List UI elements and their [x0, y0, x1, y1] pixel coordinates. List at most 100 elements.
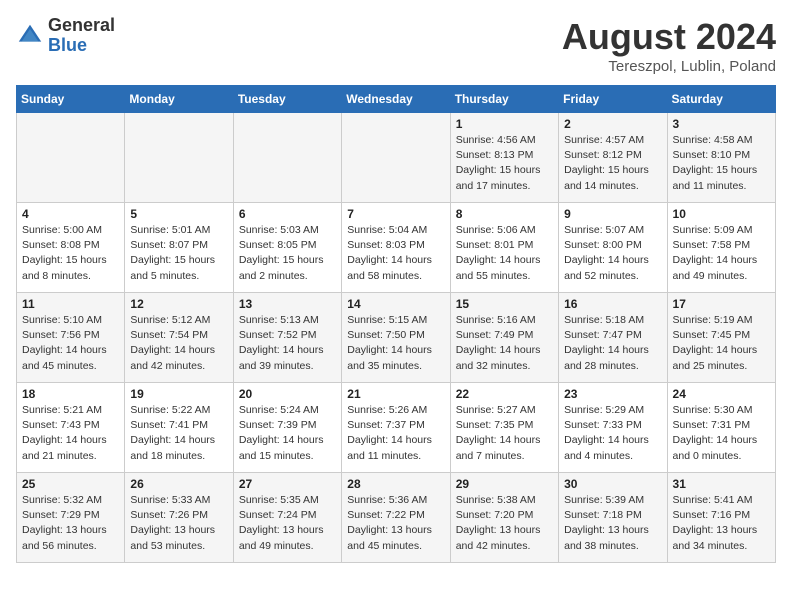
- calendar-body: 1 Sunrise: 4:56 AMSunset: 8:13 PMDaylight…: [17, 113, 776, 563]
- calendar-week-row: 11 Sunrise: 5:10 AMSunset: 7:56 PMDayligh…: [17, 293, 776, 383]
- day-info: Sunrise: 5:13 AMSunset: 7:52 PMDaylight:…: [239, 313, 336, 374]
- day-info: Sunrise: 5:35 AMSunset: 7:24 PMDaylight:…: [239, 493, 336, 554]
- day-info: Sunrise: 4:58 AMSunset: 8:10 PMDaylight:…: [673, 133, 770, 194]
- day-info: Sunrise: 5:22 AMSunset: 7:41 PMDaylight:…: [130, 403, 227, 464]
- day-info: Sunrise: 5:36 AMSunset: 7:22 PMDaylight:…: [347, 493, 444, 554]
- table-row: 5Sunrise: 5:01 AMSunset: 8:07 PMDaylight…: [125, 203, 233, 293]
- calendar-title: August 2024: [562, 16, 776, 58]
- table-row: 4 Sunrise: 5:00 AMSunset: 8:08 PMDaylight…: [17, 203, 125, 293]
- table-row: 24 Sunrise: 5:30 AMSunset: 7:31 PMDayligh…: [667, 383, 775, 473]
- calendar-table: Sunday Monday Tuesday Wednesday Thursday…: [16, 85, 776, 563]
- day-info: Sunrise: 5:26 AMSunset: 7:37 PMDaylight:…: [347, 403, 444, 464]
- calendar-week-row: 18 Sunrise: 5:21 AMSunset: 7:43 PMDayligh…: [17, 383, 776, 473]
- day-number: 28: [347, 477, 444, 491]
- table-row: 10 Sunrise: 5:09 AMSunset: 7:58 PMDayligh…: [667, 203, 775, 293]
- table-row: 31Sunrise: 5:41 AMSunset: 7:16 PMDayligh…: [667, 473, 775, 563]
- table-row: 23Sunrise: 5:29 AMSunset: 7:33 PMDayligh…: [559, 383, 667, 473]
- day-number: 1: [456, 117, 553, 131]
- day-number: 19: [130, 387, 227, 401]
- logo-blue: Blue: [48, 36, 115, 56]
- day-info: Sunrise: 5:04 AMSunset: 8:03 PMDaylight:…: [347, 223, 444, 284]
- day-number: 20: [239, 387, 336, 401]
- table-row: 29 Sunrise: 5:38 AMSunset: 7:20 PMDayligh…: [450, 473, 558, 563]
- table-row: 3 Sunrise: 4:58 AMSunset: 8:10 PMDaylight…: [667, 113, 775, 203]
- table-row: 14 Sunrise: 5:15 AMSunset: 7:50 PMDayligh…: [342, 293, 450, 383]
- day-number: 26: [130, 477, 227, 491]
- day-info: Sunrise: 4:57 AMSunset: 8:12 PMDaylight:…: [564, 133, 661, 194]
- page-header: General Blue August 2024 Tereszpol, Lubl…: [16, 16, 776, 75]
- day-info: Sunrise: 5:27 AMSunset: 7:35 PMDaylight:…: [456, 403, 553, 464]
- day-info: Sunrise: 5:38 AMSunset: 7:20 PMDaylight:…: [456, 493, 553, 554]
- day-info: Sunrise: 5:09 AMSunset: 7:58 PMDaylight:…: [673, 223, 770, 284]
- day-info: Sunrise: 5:03 AMSunset: 8:05 PMDaylight:…: [239, 223, 336, 284]
- table-row: 7 Sunrise: 5:04 AMSunset: 8:03 PMDaylight…: [342, 203, 450, 293]
- calendar-subtitle: Tereszpol, Lublin, Poland: [562, 58, 776, 75]
- day-number: 18: [22, 387, 119, 401]
- header-tuesday: Tuesday: [233, 86, 341, 113]
- day-number: 12: [130, 297, 227, 311]
- header-row: Sunday Monday Tuesday Wednesday Thursday…: [17, 86, 776, 113]
- title-block: August 2024 Tereszpol, Lublin, Poland: [562, 16, 776, 75]
- day-info: Sunrise: 5:32 AMSunset: 7:29 PMDaylight:…: [22, 493, 119, 554]
- table-row: 11 Sunrise: 5:10 AMSunset: 7:56 PMDayligh…: [17, 293, 125, 383]
- table-row: 26 Sunrise: 5:33 AMSunset: 7:26 PMDayligh…: [125, 473, 233, 563]
- day-number: 4: [22, 207, 119, 221]
- day-info: Sunrise: 5:21 AMSunset: 7:43 PMDaylight:…: [22, 403, 119, 464]
- header-sunday: Sunday: [17, 86, 125, 113]
- day-info: Sunrise: 5:15 AMSunset: 7:50 PMDaylight:…: [347, 313, 444, 374]
- table-row: 21Sunrise: 5:26 AMSunset: 7:37 PMDayligh…: [342, 383, 450, 473]
- table-row: 25Sunrise: 5:32 AMSunset: 7:29 PMDayligh…: [17, 473, 125, 563]
- day-number: 14: [347, 297, 444, 311]
- header-monday: Monday: [125, 86, 233, 113]
- day-info: Sunrise: 5:39 AMSunset: 7:18 PMDaylight:…: [564, 493, 661, 554]
- day-info: Sunrise: 4:56 AMSunset: 8:13 PMDaylight:…: [456, 133, 553, 194]
- table-row: 22Sunrise: 5:27 AMSunset: 7:35 PMDayligh…: [450, 383, 558, 473]
- table-row: 19 Sunrise: 5:22 AMSunset: 7:41 PMDayligh…: [125, 383, 233, 473]
- header-saturday: Saturday: [667, 86, 775, 113]
- day-number: 11: [22, 297, 119, 311]
- day-info: Sunrise: 5:18 AMSunset: 7:47 PMDaylight:…: [564, 313, 661, 374]
- day-info: Sunrise: 5:33 AMSunset: 7:26 PMDaylight:…: [130, 493, 227, 554]
- day-info: Sunrise: 5:06 AMSunset: 8:01 PMDaylight:…: [456, 223, 553, 284]
- day-info: Sunrise: 5:29 AMSunset: 7:33 PMDaylight:…: [564, 403, 661, 464]
- table-row: [17, 113, 125, 203]
- day-number: 10: [673, 207, 770, 221]
- table-row: 2 Sunrise: 4:57 AMSunset: 8:12 PMDaylight…: [559, 113, 667, 203]
- day-number: 31: [673, 477, 770, 491]
- day-info: Sunrise: 5:00 AMSunset: 8:08 PMDaylight:…: [22, 223, 119, 284]
- calendar-header: Sunday Monday Tuesday Wednesday Thursday…: [17, 86, 776, 113]
- table-row: 20 Sunrise: 5:24 AMSunset: 7:39 PMDayligh…: [233, 383, 341, 473]
- table-row: 16 Sunrise: 5:18 AMSunset: 7:47 PMDayligh…: [559, 293, 667, 383]
- day-info: Sunrise: 5:12 AMSunset: 7:54 PMDaylight:…: [130, 313, 227, 374]
- header-thursday: Thursday: [450, 86, 558, 113]
- table-row: 1 Sunrise: 4:56 AMSunset: 8:13 PMDaylight…: [450, 113, 558, 203]
- calendar-week-row: 25Sunrise: 5:32 AMSunset: 7:29 PMDayligh…: [17, 473, 776, 563]
- table-row: [233, 113, 341, 203]
- logo: General Blue: [16, 16, 115, 56]
- day-number: 17: [673, 297, 770, 311]
- day-number: 29: [456, 477, 553, 491]
- day-number: 13: [239, 297, 336, 311]
- table-row: 15Sunrise: 5:16 AMSunset: 7:49 PMDayligh…: [450, 293, 558, 383]
- table-row: [342, 113, 450, 203]
- table-row: 12 Sunrise: 5:12 AMSunset: 7:54 PMDayligh…: [125, 293, 233, 383]
- day-number: 8: [456, 207, 553, 221]
- table-row: 6Sunrise: 5:03 AMSunset: 8:05 PMDaylight…: [233, 203, 341, 293]
- table-row: 27 Sunrise: 5:35 AMSunset: 7:24 PMDayligh…: [233, 473, 341, 563]
- day-info: Sunrise: 5:30 AMSunset: 7:31 PMDaylight:…: [673, 403, 770, 464]
- header-wednesday: Wednesday: [342, 86, 450, 113]
- day-number: 3: [673, 117, 770, 131]
- day-number: 7: [347, 207, 444, 221]
- day-info: Sunrise: 5:24 AMSunset: 7:39 PMDaylight:…: [239, 403, 336, 464]
- day-number: 27: [239, 477, 336, 491]
- day-number: 2: [564, 117, 661, 131]
- day-number: 15: [456, 297, 553, 311]
- table-row: 9Sunrise: 5:07 AMSunset: 8:00 PMDaylight…: [559, 203, 667, 293]
- day-number: 24: [673, 387, 770, 401]
- logo-text: General Blue: [48, 16, 115, 56]
- table-row: 28 Sunrise: 5:36 AMSunset: 7:22 PMDayligh…: [342, 473, 450, 563]
- header-friday: Friday: [559, 86, 667, 113]
- day-number: 30: [564, 477, 661, 491]
- day-number: 16: [564, 297, 661, 311]
- day-info: Sunrise: 5:10 AMSunset: 7:56 PMDaylight:…: [22, 313, 119, 374]
